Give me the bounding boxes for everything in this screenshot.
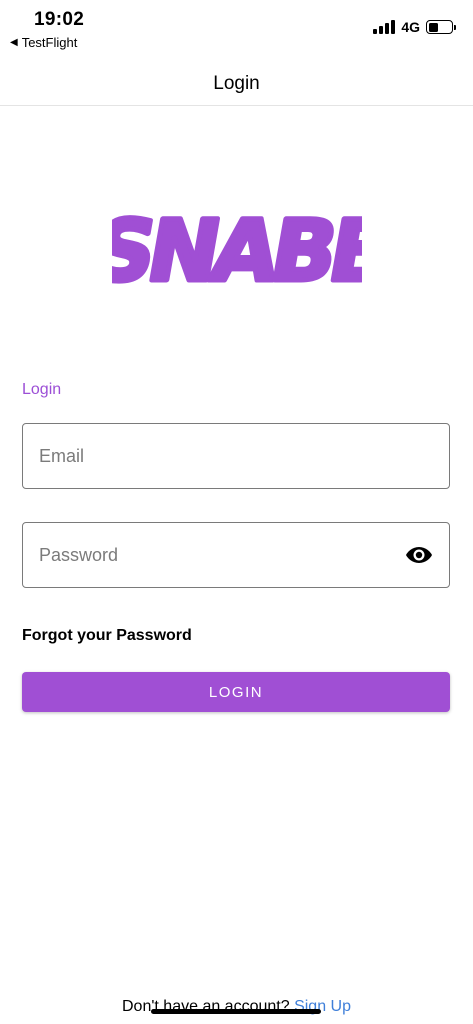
status-indicators: 4G xyxy=(373,19,456,35)
login-section-label: Login xyxy=(22,381,62,398)
snabb-logo: SNABB xyxy=(112,199,362,298)
login-button[interactable]: LOGIN xyxy=(22,672,450,712)
email-field[interactable] xyxy=(22,423,450,489)
back-app-label: TestFlight xyxy=(21,35,78,50)
back-triangle-icon: ◀ xyxy=(10,37,18,48)
show-password-eye-icon[interactable] xyxy=(405,545,433,565)
network-type: 4G xyxy=(401,19,420,35)
status-time: 19:02 xyxy=(34,9,85,30)
password-input[interactable] xyxy=(39,544,405,566)
back-to-app-button[interactable]: ◀ TestFlight xyxy=(10,35,77,50)
home-indicator[interactable] xyxy=(151,1009,321,1014)
login-screen: 19:02 ◀ TestFlight 4G Login SNABB Login xyxy=(0,0,473,1024)
cellular-signal-icon xyxy=(373,20,396,34)
svg-text:SNABB: SNABB xyxy=(112,202,362,298)
password-field[interactable] xyxy=(22,522,450,588)
page-title: Login xyxy=(213,72,260,94)
forgot-password-link[interactable]: Forgot your Password xyxy=(22,627,192,645)
email-input[interactable] xyxy=(39,445,433,467)
battery-icon xyxy=(426,20,456,34)
navigation-bar: Login xyxy=(0,62,473,106)
battery-fill xyxy=(428,22,439,32)
